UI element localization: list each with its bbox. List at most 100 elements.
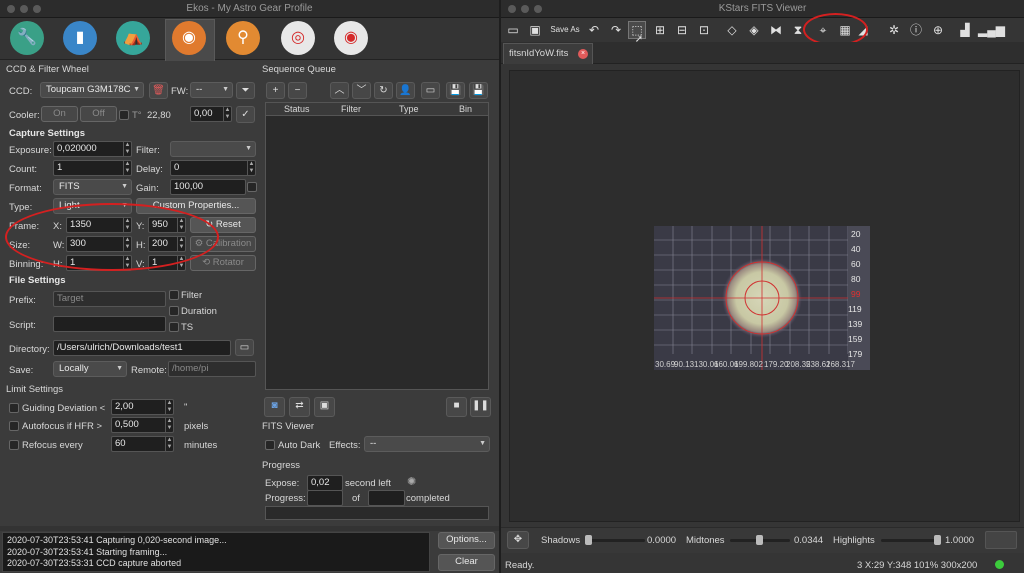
- zoom-out-icon[interactable]: ⊟: [673, 20, 691, 40]
- center-icon[interactable]: ⊕: [929, 20, 947, 40]
- autofocus-input[interactable]: 0,500 ▲ ▼: [111, 417, 174, 433]
- open-file-icon[interactable]: ▭: [504, 20, 522, 40]
- midtones-slider-handle[interactable]: [756, 535, 763, 545]
- filter-funnel-button[interactable]: ⏷: [236, 82, 255, 99]
- star-detect-icon[interactable]: ✲: [885, 20, 903, 40]
- save-queue-icon[interactable]: 💾: [446, 82, 465, 99]
- save-as-button[interactable]: Save As: [549, 20, 581, 40]
- fw-select[interactable]: -- ▼: [190, 82, 233, 98]
- temp-checkbox[interactable]: [119, 110, 129, 120]
- remote-input[interactable]: /home/pi: [168, 361, 256, 377]
- guiding-checkbox[interactable]: [9, 403, 19, 413]
- col-status[interactable]: Status: [284, 104, 310, 114]
- gain-checkbox[interactable]: [247, 182, 257, 192]
- auto-stretch-icon[interactable]: ✥: [507, 531, 529, 549]
- count-input[interactable]: 1 ▲ ▼: [53, 160, 132, 176]
- redo-icon[interactable]: ↷: [607, 20, 625, 40]
- stop-icon[interactable]: ■: [446, 397, 467, 417]
- refocus-checkbox[interactable]: [9, 440, 19, 450]
- zoom-fit-icon[interactable]: ⊡: [695, 20, 713, 40]
- mount-tab-icon[interactable]: ⛺: [116, 21, 150, 55]
- guide-tab-icon[interactable]: ◉: [334, 21, 368, 55]
- autofocus-checkbox[interactable]: [9, 421, 19, 431]
- loop-icon[interactable]: ⇄: [289, 397, 310, 417]
- rotate-icon[interactable]: ◈: [745, 20, 763, 40]
- live-video-icon[interactable]: ▣: [314, 397, 335, 417]
- log-panel[interactable]: 2020-07-30T23:53:41 Capturing 0,020-seco…: [2, 532, 430, 572]
- align-tab-icon[interactable]: ◎: [281, 21, 315, 55]
- col-type[interactable]: Type: [399, 104, 419, 114]
- exposure-input[interactable]: 0,020000 ▲ ▼: [53, 141, 132, 157]
- script-input[interactable]: [53, 316, 166, 332]
- scheduler-tab-icon[interactable]: ▮: [63, 21, 97, 55]
- set-temp-check-icon[interactable]: ✓: [236, 106, 255, 123]
- sequence-table[interactable]: Status Filter Type Bin: [265, 102, 489, 390]
- mirror-h-icon[interactable]: ⧓: [767, 20, 785, 40]
- histogram-icon[interactable]: ▟: [956, 20, 974, 40]
- fits-window-controls[interactable]: [508, 5, 542, 13]
- rotator-icon: ⟲: [202, 257, 213, 268]
- cooler-on-button[interactable]: On: [41, 106, 78, 122]
- highlights-slider[interactable]: [881, 539, 941, 542]
- remove-job-icon[interactable]: −: [288, 82, 307, 99]
- status-led-icon: [995, 560, 1004, 569]
- delay-input[interactable]: 0 ▲ ▼: [170, 160, 256, 176]
- setup-tab-icon[interactable]: 🔧: [10, 21, 44, 55]
- move-up-icon[interactable]: ︿: [330, 82, 349, 99]
- splitter-handle[interactable]: [0, 526, 499, 531]
- cooler-off-button[interactable]: Off: [80, 106, 117, 122]
- trash-button[interactable]: 🗑: [149, 82, 168, 99]
- info-icon[interactable]: ⓘ: [907, 20, 925, 40]
- highlights-slider-handle[interactable]: [934, 535, 941, 545]
- col-filter[interactable]: Filter: [341, 104, 361, 114]
- format-select[interactable]: FITS ▼: [53, 179, 132, 195]
- log-line: 2020-07-30T23:53:41 Starting framing...: [7, 546, 168, 557]
- gain-input[interactable]: 100,00: [170, 179, 246, 195]
- histogram-preview[interactable]: [985, 531, 1017, 549]
- focus-tab-icon[interactable]: ⚲: [226, 21, 260, 55]
- rotator-button[interactable]: ⟲ Rotator: [190, 255, 256, 271]
- auto-dark-checkbox[interactable]: [265, 440, 275, 450]
- save-select[interactable]: Locally ▼: [53, 361, 127, 377]
- fits-titlebar: KStars FITS Viewer: [501, 0, 1024, 18]
- add-job-icon[interactable]: +: [266, 82, 285, 99]
- fits-tab[interactable]: fitsnIdYoW.fits ×: [503, 43, 593, 64]
- close-tab-icon[interactable]: ×: [578, 49, 588, 59]
- folder-icon[interactable]: ▭: [235, 339, 254, 356]
- user-icon[interactable]: 👤: [396, 82, 415, 99]
- ts-checkbox[interactable]: [169, 322, 179, 332]
- ccd-select[interactable]: Toupcam G3M178C ▼: [40, 82, 144, 98]
- guiding-input[interactable]: 2,00 ▲ ▼: [111, 399, 174, 415]
- undo-icon[interactable]: ↶: [585, 20, 603, 40]
- statistics-icon[interactable]: ▂▄▆: [978, 20, 1005, 40]
- duration-checkbox[interactable]: [169, 306, 179, 316]
- pause-icon[interactable]: ❚❚: [470, 397, 491, 417]
- move-down-icon[interactable]: ﹀: [352, 82, 371, 99]
- capture-tab-icon[interactable]: ◉: [172, 21, 206, 55]
- progress-total: [368, 490, 405, 506]
- progress-current: [307, 490, 343, 506]
- filter-checkbox[interactable]: [169, 290, 179, 300]
- format-label: Format:: [9, 183, 42, 194]
- save-icon[interactable]: ▣: [526, 20, 544, 40]
- grid-label-highlighted: 99: [851, 289, 861, 299]
- options-button[interactable]: Options...: [438, 532, 495, 549]
- preview-camera-icon[interactable]: ◙: [264, 397, 285, 417]
- save-queue-as-icon[interactable]: 💾: [469, 82, 488, 99]
- window-controls[interactable]: [7, 5, 41, 13]
- col-bin[interactable]: Bin: [459, 104, 472, 114]
- effects-select[interactable]: -- ▼: [364, 436, 490, 452]
- refocus-input[interactable]: 60 ▲ ▼: [111, 436, 174, 452]
- clear-button[interactable]: Clear: [438, 554, 495, 571]
- shadows-slider-handle[interactable]: [585, 535, 592, 545]
- open-queue-icon[interactable]: ▭: [421, 82, 440, 99]
- reset-queue-icon[interactable]: ↻: [374, 82, 393, 99]
- filter-select[interactable]: ▼: [170, 141, 256, 157]
- fits-image[interactable]: 20 40 60 80 99 119 139 159 179 30.69 90.…: [654, 226, 870, 370]
- temp-setpoint[interactable]: 0,00 ▲ ▼: [190, 106, 232, 122]
- flip-icon[interactable]: ◇: [723, 20, 741, 40]
- shadows-slider[interactable]: [585, 539, 645, 542]
- prefix-input[interactable]: Target: [53, 291, 166, 307]
- zoom-in-icon[interactable]: ⊞: [651, 20, 669, 40]
- directory-input[interactable]: /Users/ulrich/Downloads/test1: [53, 340, 231, 356]
